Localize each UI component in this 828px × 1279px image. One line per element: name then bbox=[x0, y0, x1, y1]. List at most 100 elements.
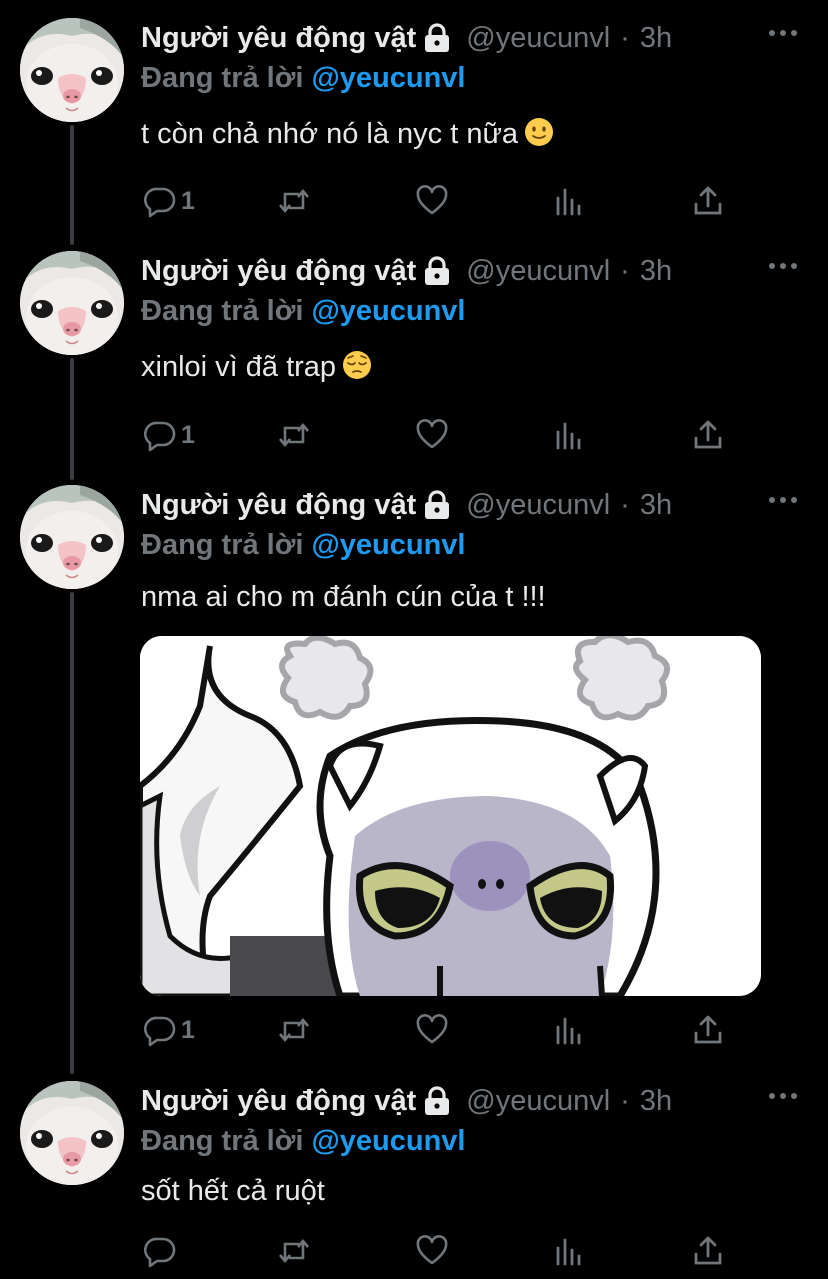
reply-button[interactable]: 1 bbox=[143, 415, 195, 455]
tweet-media-image[interactable] bbox=[140, 636, 761, 996]
retweet-arrows-icon bbox=[279, 188, 309, 214]
retweet-button[interactable] bbox=[277, 415, 311, 455]
avatar-image bbox=[20, 485, 124, 589]
slightly-smiling-face-icon bbox=[525, 118, 553, 146]
reply-count: 1 bbox=[181, 1015, 195, 1044]
heart-icon bbox=[416, 419, 448, 449]
tweet-time[interactable]: 3h bbox=[640, 485, 672, 525]
angry-cartoon-creature-image bbox=[140, 636, 761, 996]
retweet-arrows-icon bbox=[279, 422, 309, 448]
replying-to-label: Đang trả lời bbox=[141, 529, 304, 561]
replying-to-label: Đang trả lời bbox=[141, 62, 304, 94]
tweet-time[interactable]: 3h bbox=[640, 251, 672, 291]
bar-chart-icon bbox=[556, 1017, 581, 1045]
share-button[interactable] bbox=[691, 1010, 725, 1050]
tweet[interactable]: Người yêu động vật @yeucunvl · 3h Đang t… bbox=[0, 1063, 828, 1279]
display-name[interactable]: Người yêu động vật bbox=[141, 485, 416, 525]
avatar[interactable] bbox=[20, 251, 124, 355]
replying-to-handle[interactable]: @yeucunvl bbox=[311, 62, 465, 94]
avatar[interactable] bbox=[20, 485, 124, 589]
tweet[interactable]: Người yêu động vật @yeucunvl · 3h Đang t… bbox=[0, 0, 828, 233]
retweet-button[interactable] bbox=[277, 181, 311, 221]
like-button[interactable] bbox=[415, 1010, 449, 1050]
retweet-arrows-icon bbox=[279, 1238, 309, 1264]
avatar[interactable] bbox=[20, 1081, 124, 1185]
separator-dot: · bbox=[620, 22, 630, 54]
action-bar: 1 bbox=[141, 415, 741, 455]
tweet-text-content: sốt hết cả ruột bbox=[141, 1175, 325, 1207]
display-name[interactable]: Người yêu động vật bbox=[141, 18, 416, 58]
tweet-text: xinloi vì đã trap bbox=[141, 347, 808, 387]
action-bar bbox=[141, 1231, 741, 1271]
replying-to-handle[interactable]: @yeucunvl bbox=[311, 529, 465, 561]
tweet-text: nma ai cho m đánh cún của t !!! bbox=[141, 577, 808, 617]
tweet-time[interactable]: 3h bbox=[640, 18, 672, 58]
avatar[interactable] bbox=[20, 18, 124, 122]
tweet-text-content: nma ai cho m đánh cún của t !!! bbox=[141, 581, 546, 613]
like-button[interactable] bbox=[415, 415, 449, 455]
tweet-time[interactable]: 3h bbox=[640, 1081, 672, 1121]
reply-button[interactable]: 1 bbox=[143, 1010, 195, 1050]
views-button[interactable] bbox=[553, 181, 587, 221]
share-upload-icon bbox=[694, 186, 722, 215]
more-horizontal-icon[interactable] bbox=[768, 28, 798, 38]
tweet-header: Người yêu động vật @yeucunvl · 3h bbox=[141, 251, 808, 291]
lock-icon bbox=[425, 23, 450, 52]
lock-icon bbox=[425, 256, 450, 285]
user-handle[interactable]: @yeucunvl bbox=[466, 18, 610, 58]
display-name[interactable]: Người yêu động vật bbox=[141, 1081, 416, 1121]
tweet-text: t còn chả nhớ nó là nyc t nữa bbox=[141, 114, 808, 154]
replying-to-handle[interactable]: @yeucunvl bbox=[311, 1125, 465, 1157]
display-name[interactable]: Người yêu động vật bbox=[141, 251, 416, 291]
views-button[interactable] bbox=[553, 415, 587, 455]
share-upload-icon bbox=[694, 1015, 722, 1044]
heart-icon bbox=[416, 1014, 448, 1044]
pensive-face-icon bbox=[343, 351, 372, 379]
avatar-image bbox=[20, 1081, 124, 1185]
replying-to: Đang trả lời @yeucunvl bbox=[141, 291, 808, 331]
share-button[interactable] bbox=[691, 415, 725, 455]
like-button[interactable] bbox=[415, 181, 449, 221]
views-button[interactable] bbox=[553, 1231, 587, 1271]
reply-bubble-icon bbox=[144, 187, 176, 218]
tweet[interactable]: Người yêu động vật @yeucunvl · 3h Đang t… bbox=[0, 467, 828, 1063]
reply-bubble-icon bbox=[144, 1016, 176, 1047]
replying-to-label: Đang trả lời bbox=[141, 1125, 304, 1157]
tweet[interactable]: Người yêu động vật @yeucunvl · 3h Đang t… bbox=[0, 233, 828, 467]
tweet-header: Người yêu động vật @yeucunvl · 3h bbox=[141, 485, 808, 525]
user-handle[interactable]: @yeucunvl bbox=[466, 1081, 610, 1121]
retweet-button[interactable] bbox=[277, 1010, 311, 1050]
heart-icon bbox=[416, 1235, 448, 1265]
share-button[interactable] bbox=[691, 181, 725, 221]
tweet-text: sốt hết cả ruột bbox=[141, 1171, 808, 1211]
bar-chart-icon bbox=[556, 422, 581, 450]
replying-to-handle[interactable]: @yeucunvl bbox=[311, 295, 465, 327]
tweet-text-content: xinloi vì đã trap bbox=[141, 351, 337, 383]
reply-count: 1 bbox=[181, 186, 195, 215]
views-button[interactable] bbox=[553, 1010, 587, 1050]
bar-chart-icon bbox=[556, 188, 581, 216]
reply-bubble-icon bbox=[144, 1237, 176, 1268]
share-button[interactable] bbox=[691, 1231, 725, 1271]
separator-dot: · bbox=[620, 1085, 630, 1117]
share-upload-icon bbox=[694, 420, 722, 449]
more-horizontal-icon[interactable] bbox=[768, 1091, 798, 1101]
more-horizontal-icon[interactable] bbox=[768, 261, 798, 271]
reply-button[interactable]: 1 bbox=[143, 181, 195, 221]
action-bar: 1 bbox=[141, 181, 741, 221]
retweet-button[interactable] bbox=[277, 1231, 311, 1271]
reply-button[interactable] bbox=[143, 1231, 181, 1271]
retweet-arrows-icon bbox=[279, 1017, 309, 1043]
tweet-header: Người yêu động vật @yeucunvl · 3h bbox=[141, 1081, 808, 1121]
reply-count: 1 bbox=[181, 420, 195, 449]
separator-dot: · bbox=[620, 255, 630, 287]
user-handle[interactable]: @yeucunvl bbox=[466, 251, 610, 291]
more-horizontal-icon[interactable] bbox=[768, 495, 798, 505]
like-button[interactable] bbox=[415, 1231, 449, 1271]
replying-to: Đang trả lời @yeucunvl bbox=[141, 58, 808, 98]
avatar-image bbox=[20, 18, 124, 122]
reply-bubble-icon bbox=[144, 421, 176, 452]
user-handle[interactable]: @yeucunvl bbox=[466, 485, 610, 525]
lock-icon bbox=[425, 1086, 450, 1115]
tweet-text-content: t còn chả nhớ nó là nyc t nữa bbox=[141, 118, 518, 150]
